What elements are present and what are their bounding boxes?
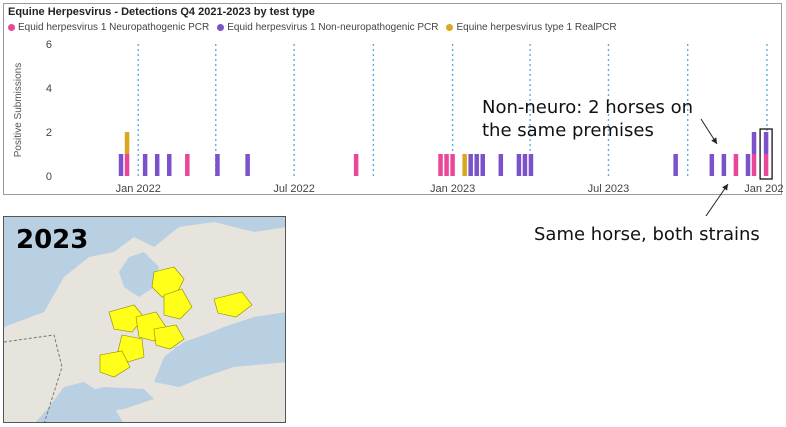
- legend-item: Equid herpesvirus 1 Neuropathogenic PCR: [8, 22, 209, 33]
- legend-swatch: [446, 24, 454, 31]
- bar: [480, 154, 485, 176]
- legend-label: Equid herpesvirus 1 Neuropathogenic PCR: [18, 22, 210, 33]
- bar: [215, 154, 220, 176]
- bar: [124, 154, 130, 176]
- bar: [462, 154, 467, 176]
- bar: [450, 154, 455, 176]
- bar: [751, 154, 757, 176]
- bar: [673, 154, 678, 176]
- annotation-nonneuro: Non-neuro: 2 horses on the same premises: [482, 97, 694, 141]
- map-year-label: 2023: [16, 225, 89, 255]
- bar: [185, 154, 190, 176]
- y-axis-title: Positive Submissions: [13, 63, 24, 157]
- x-tick-label: Jan 2024: [744, 183, 783, 195]
- bar: [124, 132, 130, 154]
- bar: [468, 154, 473, 176]
- y-tick-label: 4: [46, 83, 52, 95]
- bar: [522, 154, 528, 176]
- bar: [353, 154, 359, 176]
- y-tick-label: 0: [46, 171, 52, 183]
- x-tick-label: Jul 2023: [588, 183, 630, 195]
- bar: [245, 154, 250, 176]
- legend-label: Equid herpesvirus 1 Non-neuropathogenic …: [227, 22, 439, 33]
- legend-swatch: [217, 24, 225, 31]
- bar: [118, 154, 124, 176]
- bar: [733, 154, 739, 176]
- bar: [444, 154, 449, 176]
- bar: [721, 154, 727, 176]
- x-tick-label: Jan 2022: [116, 183, 161, 195]
- bar: [142, 154, 148, 176]
- bar: [516, 154, 522, 176]
- ontario-map: 2023: [3, 216, 286, 423]
- bar: [438, 154, 443, 176]
- legend-label: Equine herpesvirus type 1 RealPCR: [456, 22, 617, 33]
- bar: [763, 132, 769, 154]
- bar: [154, 154, 160, 176]
- x-tick-label: Jul 2022: [273, 183, 315, 195]
- chart-legend: Equid herpesvirus 1 Neuropathogenic PCR E…: [8, 22, 617, 33]
- bar: [528, 154, 534, 176]
- bar: [709, 154, 715, 176]
- bar: [498, 154, 504, 176]
- bar: [166, 154, 172, 176]
- bar: [745, 154, 751, 176]
- y-tick-label: 2: [46, 127, 52, 139]
- bar: [474, 154, 479, 176]
- annotation-same-horse: Same horse, both strains: [534, 224, 760, 245]
- legend-item: Equine herpesvirus type 1 RealPCR: [446, 22, 617, 33]
- bar: [751, 132, 757, 154]
- x-tick-label: Jan 2023: [430, 183, 475, 195]
- legend-swatch: [8, 24, 15, 31]
- chart-title: Equine Herpesvirus - Detections Q4 2021-…: [8, 6, 315, 18]
- y-tick-label: 6: [46, 39, 52, 51]
- legend-item: Equid herpesvirus 1 Non-neuropathogenic …: [217, 22, 438, 33]
- bar: [763, 154, 769, 176]
